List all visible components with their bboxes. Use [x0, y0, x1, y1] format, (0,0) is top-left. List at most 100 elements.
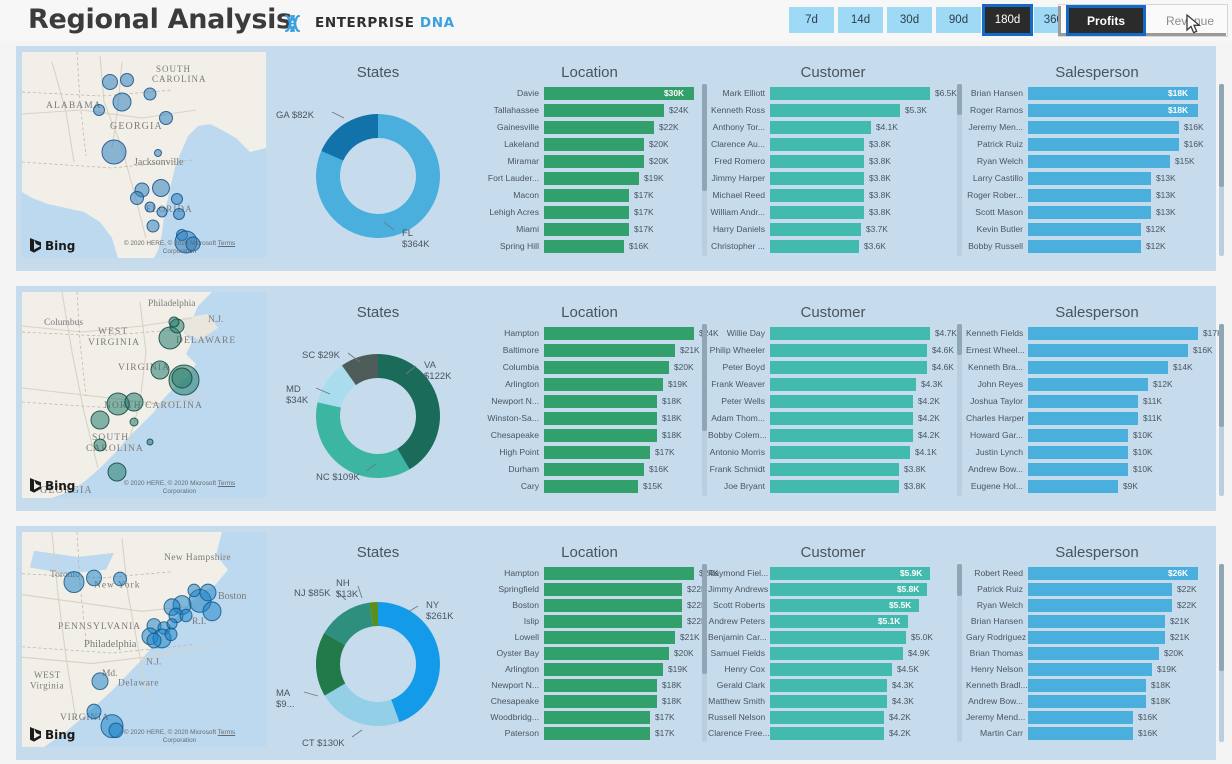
bar-row[interactable]: Kenneth Bradl... $18K [966, 678, 1224, 692]
salesperson-0-scrollbar[interactable] [1219, 84, 1224, 256]
bar-row[interactable]: Samuel Fields $4.9K [708, 646, 956, 660]
bar-row[interactable]: Justin Lynch $10K [966, 445, 1224, 459]
bar-row[interactable]: Anthony Tor... $4.1K [708, 120, 956, 134]
bar-row[interactable]: Robert Reed $26K [966, 566, 1224, 580]
bar-row[interactable]: Spring Hill $16K [482, 239, 702, 253]
bar-row[interactable]: Lakeland $20K [482, 137, 702, 151]
scroll-thumb[interactable] [1219, 564, 1224, 671]
bar-row[interactable]: Newport N... $18K [482, 678, 702, 692]
bar-row[interactable]: Brian Thomas $20K [966, 646, 1224, 660]
bar-row[interactable]: Frank Weaver $4.3K [708, 377, 956, 391]
bar-row[interactable]: Hampton $24K [482, 566, 719, 580]
customer-0-scrollbar[interactable] [957, 84, 962, 256]
bar-row[interactable]: Jimmy Harper $3.8K [708, 171, 956, 185]
map-terms-link[interactable]: Terms [218, 729, 235, 736]
bar-row[interactable]: Durham $16K [482, 462, 702, 476]
bar-row[interactable]: Paterson $17K [482, 726, 702, 740]
bar-row[interactable]: Winston-Sa... $18K [482, 411, 702, 425]
bar-row[interactable]: Gerald Clark $4.3K [708, 678, 956, 692]
bar-row[interactable]: High Point $17K [482, 445, 702, 459]
location-1-scrollbar[interactable] [702, 324, 707, 496]
bar-row[interactable]: Davie $30K [482, 86, 702, 100]
bar-row[interactable]: Howard Gar... $10K [966, 428, 1224, 442]
bar-row[interactable]: Miramar $20K [482, 154, 702, 168]
bar-row[interactable]: Eugene Hol... $9K [966, 479, 1224, 493]
bar-row[interactable]: Martin Carr $16K [966, 726, 1224, 740]
bar-row[interactable]: Harry Daniels $3.7K [708, 222, 956, 236]
bar-row[interactable]: Charles Harper $11K [966, 411, 1224, 425]
bar-row[interactable]: Joe Bryant $3.8K [708, 479, 956, 493]
scroll-thumb[interactable] [957, 324, 962, 355]
scroll-thumb[interactable] [702, 324, 707, 431]
states-donut-0[interactable]: FL $364K GA $82K [274, 80, 482, 260]
bar-row[interactable]: Springfield $22K [482, 582, 707, 596]
bar-row[interactable]: Arlington $19K [482, 377, 702, 391]
customer-1-scrollbar[interactable] [957, 324, 962, 496]
day-range-slicer[interactable]: 7d 14d 30d 90d 180d 360d [789, 4, 1079, 36]
bar-row[interactable]: Russell Nelson $4.2K [708, 710, 956, 724]
bar-row[interactable]: Brian Hansen $21K [966, 614, 1224, 628]
day-btn-7d[interactable]: 7d [789, 7, 834, 33]
scroll-thumb[interactable] [1219, 324, 1224, 427]
bar-row[interactable]: Roger Rober... $13K [966, 188, 1224, 202]
day-btn-14d[interactable]: 14d [838, 7, 883, 33]
bar-row[interactable]: Scott Roberts $5.5K [708, 598, 956, 612]
states-donut-1[interactable]: VA $122K NC $109K MD $34K SC $29K [274, 320, 482, 500]
bar-row[interactable]: Adam Thom... $4.2K [708, 411, 956, 425]
bar-row[interactable]: Tallahassee $24K [482, 103, 702, 117]
bar-row[interactable]: Mark Elliott $6.5K [708, 86, 957, 100]
scroll-thumb[interactable] [1219, 84, 1224, 187]
bar-row[interactable]: John Reyes $12K [966, 377, 1224, 391]
bar-row[interactable]: Brian Hansen $18K [966, 86, 1224, 100]
bar-row[interactable]: Roger Ramos $18K [966, 103, 1224, 117]
bar-row[interactable]: Oyster Bay $20K [482, 646, 702, 660]
bar-row[interactable]: Woodbridg... $17K [482, 710, 702, 724]
scroll-thumb[interactable] [702, 84, 707, 191]
bar-row[interactable]: Ernest Wheel... $16K [966, 343, 1224, 357]
scroll-thumb[interactable] [702, 564, 707, 674]
bar-row[interactable]: Henry Cox $4.5K [708, 662, 956, 676]
bar-row[interactable]: Ryan Welch $15K [966, 154, 1224, 168]
bar-row[interactable]: Miami $17K [482, 222, 702, 236]
bar-row[interactable]: Henry Nelson $19K [966, 662, 1224, 676]
bar-row[interactable]: Andrew Peters $5.1K [708, 614, 956, 628]
bar-row[interactable]: Antonio Morris $4.1K [708, 445, 956, 459]
bar-row[interactable]: Peter Wells $4.2K [708, 394, 956, 408]
location-0-scrollbar[interactable] [702, 84, 707, 256]
bar-row[interactable]: Newport N... $18K [482, 394, 702, 408]
bar-row[interactable]: Baltimore $21K [482, 343, 702, 357]
bar-row[interactable]: Jimmy Andrews $5.8K [708, 582, 956, 596]
bar-row[interactable]: Columbia $20K [482, 360, 702, 374]
bar-row[interactable]: Kenneth Bra... $14K [966, 360, 1224, 374]
bar-row[interactable]: Andrew Bow... $18K [966, 694, 1224, 708]
bar-row[interactable]: Matthew Smith $4.3K [708, 694, 956, 708]
region-map-2[interactable]: Toronto New York New Hampshire Boston R.I. PE… [22, 532, 266, 747]
day-btn-180d[interactable]: 180d [982, 4, 1033, 36]
bar-row[interactable]: Philip Wheeler $4.6K [708, 343, 956, 357]
customer-2-scrollbar[interactable] [957, 564, 962, 742]
bar-row[interactable]: Bobby Colem... $4.2K [708, 428, 956, 442]
bar-row[interactable]: Gary Rodriguez $21K [966, 630, 1224, 644]
salesperson-1-scrollbar[interactable] [1219, 324, 1224, 496]
bar-row[interactable]: Clarence Free... $4.2K [708, 726, 956, 740]
day-btn-30d[interactable]: 30d [887, 7, 932, 33]
bar-row[interactable]: Bobby Russell $12K [966, 239, 1224, 253]
bar-row[interactable]: Lowell $21K [482, 630, 702, 644]
bar-row[interactable]: Andrew Bow... $10K [966, 462, 1224, 476]
bar-row[interactable]: Willie Day $4.7K [708, 326, 957, 340]
bar-row[interactable]: Patrick Ruiz $22K [966, 582, 1224, 596]
bar-row[interactable]: Lehigh Acres $17K [482, 205, 702, 219]
location-2-scrollbar[interactable] [702, 564, 707, 742]
bar-row[interactable]: Benjamin Car... $5.0K [708, 630, 956, 644]
bar-row[interactable]: William Andr... $3.8K [708, 205, 956, 219]
map-terms-link[interactable]: Terms [218, 240, 235, 247]
bar-row[interactable]: Gainesville $22K [482, 120, 702, 134]
metric-btn-revenue[interactable]: Revenue [1153, 8, 1227, 33]
bar-row[interactable]: Kenneth Fields $17K [966, 326, 1224, 340]
bar-row[interactable]: Joshua Taylor $11K [966, 394, 1224, 408]
metric-slicer[interactable]: Profits Revenue [1050, 2, 1230, 39]
bar-row[interactable]: Raymond Fiel... $5.9K [708, 566, 956, 580]
bar-row[interactable]: Michael Reed $3.8K [708, 188, 956, 202]
bar-row[interactable]: Arlington $19K [482, 662, 702, 676]
region-map-1[interactable]: Columbus WEST VIRGINIA VIRGINIA NORTH CAROLI… [22, 292, 266, 498]
